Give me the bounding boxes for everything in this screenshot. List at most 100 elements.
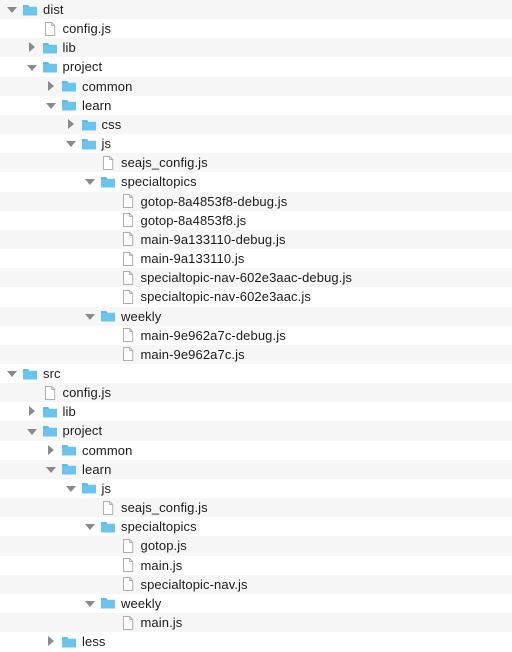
chevron-down-icon[interactable] xyxy=(84,310,97,323)
file-icon xyxy=(120,231,136,247)
file-icon xyxy=(120,193,136,209)
folder-icon xyxy=(61,78,77,94)
tree-folder-row[interactable]: specialtopics xyxy=(0,172,512,192)
chevron-down-icon[interactable] xyxy=(6,3,19,16)
tree-file-row[interactable]: specialtopic-nav.js xyxy=(0,574,512,594)
chevron-right-icon[interactable] xyxy=(45,80,58,93)
chevron-right-icon[interactable] xyxy=(26,405,39,418)
chevron-down-icon[interactable] xyxy=(65,137,78,150)
folder-icon xyxy=(100,174,116,190)
file-icon xyxy=(120,576,136,592)
tree-item-label: learn xyxy=(82,97,112,113)
chevron-down-icon[interactable] xyxy=(84,520,97,533)
tree-item-label: specialtopics xyxy=(121,519,197,535)
chevron-right-icon[interactable] xyxy=(45,444,58,457)
tree-item-label: project xyxy=(62,423,103,439)
tree-item-label: weekly xyxy=(121,595,162,611)
tree-folder-row[interactable]: learn xyxy=(0,459,512,479)
tree-file-row[interactable]: seajs_config.js xyxy=(0,153,512,173)
file-icon xyxy=(42,385,58,401)
chevron-down-icon[interactable] xyxy=(45,463,58,476)
tree-file-row[interactable]: config.js xyxy=(0,383,512,403)
tree-item-label: specialtopics xyxy=(121,174,197,190)
tree-folder-row[interactable]: js xyxy=(0,134,512,154)
tree-file-row[interactable]: specialtopic-nav-602e3aac-debug.js xyxy=(0,268,512,288)
tree-item-label: specialtopic-nav.js xyxy=(140,576,248,592)
folder-icon xyxy=(61,97,77,113)
file-icon xyxy=(100,155,116,171)
tree-folder-row[interactable]: dist xyxy=(0,0,512,20)
file-icon xyxy=(120,251,136,267)
tree-file-row[interactable]: specialtopic-nav-602e3aac.js xyxy=(0,287,512,307)
file-icon xyxy=(120,346,136,362)
chevron-right-icon[interactable] xyxy=(65,118,78,131)
tree-folder-row[interactable]: specialtopics xyxy=(0,517,512,537)
tree-file-row[interactable]: main-9e962a7c.js xyxy=(0,344,512,364)
folder-icon xyxy=(42,404,58,420)
tree-folder-row[interactable]: js xyxy=(0,478,512,499)
chevron-down-icon[interactable] xyxy=(6,367,19,380)
tree-file-row[interactable]: main-9a133110.js xyxy=(0,249,512,269)
tree-file-row[interactable]: main.js xyxy=(0,555,512,575)
folder-icon xyxy=(22,366,38,382)
tree-item-label: css xyxy=(101,116,122,132)
file-icon xyxy=(120,289,136,305)
tree-folder-row[interactable]: learn xyxy=(0,95,512,115)
chevron-right-icon[interactable] xyxy=(26,41,39,54)
chevron-down-icon[interactable] xyxy=(84,175,97,188)
tree-item-label: main.js xyxy=(140,615,183,630)
chevron-down-icon[interactable] xyxy=(45,99,58,112)
tree-item-label: src xyxy=(43,365,61,381)
tree-item-label: main-9a133110.js xyxy=(140,251,245,267)
tree-item-label: config.js xyxy=(62,21,112,37)
tree-item-label: seajs_config.js xyxy=(121,155,208,171)
tree-folder-row[interactable]: src xyxy=(0,363,512,384)
tree-item-label: main-9e962a7c-debug.js xyxy=(140,327,286,343)
tree-item-label: gotop-8a4853f8-debug.js xyxy=(140,193,288,209)
tree-folder-row[interactable]: less xyxy=(0,632,512,652)
tree-file-row[interactable]: config.js xyxy=(0,19,512,39)
tree-file-row[interactable]: gotop-8a4853f8-debug.js xyxy=(0,191,512,211)
tree-file-row[interactable]: seajs_config.js xyxy=(0,498,512,518)
tree-folder-row[interactable]: common xyxy=(0,440,512,460)
file-icon xyxy=(42,21,58,37)
chevron-down-icon[interactable] xyxy=(26,61,39,74)
tree-folder-row[interactable]: css xyxy=(0,114,512,135)
file-tree[interactable]: dist config.js lib project common learn css js s… xyxy=(0,0,512,652)
tree-item-label: main-9a133110-debug.js xyxy=(140,231,286,247)
folder-icon xyxy=(42,59,58,75)
tree-folder-row[interactable]: project xyxy=(0,421,512,441)
chevron-right-icon[interactable] xyxy=(45,635,58,648)
tree-item-label: learn xyxy=(82,461,112,477)
tree-folder-row[interactable]: project xyxy=(0,57,512,77)
folder-icon xyxy=(42,40,58,56)
tree-folder-row[interactable]: weekly xyxy=(0,306,512,326)
tree-file-row[interactable]: gotop-8a4853f8.js xyxy=(0,210,512,230)
tree-file-row[interactable]: main-9a133110-debug.js xyxy=(0,229,512,250)
chevron-down-icon[interactable] xyxy=(84,597,97,610)
tree-file-row[interactable]: main-9e962a7c-debug.js xyxy=(0,325,512,345)
file-icon xyxy=(120,327,136,343)
tree-folder-row[interactable]: lib xyxy=(0,38,512,58)
folder-icon xyxy=(100,595,116,611)
tree-folder-row[interactable]: weekly xyxy=(0,593,512,613)
tree-file-row[interactable]: gotop.js xyxy=(0,536,512,556)
tree-item-label: project xyxy=(62,59,103,75)
folder-icon xyxy=(100,308,116,324)
folder-icon xyxy=(61,442,77,458)
chevron-down-icon[interactable] xyxy=(65,482,78,495)
file-icon xyxy=(120,615,136,631)
tree-folder-row[interactable]: common xyxy=(0,76,512,96)
file-icon xyxy=(120,538,136,554)
tree-file-row[interactable]: main.js xyxy=(0,613,512,633)
tree-folder-row[interactable]: lib xyxy=(0,402,512,422)
chevron-down-icon[interactable] xyxy=(26,425,39,438)
folder-icon xyxy=(22,2,38,18)
tree-item-label: js xyxy=(101,136,112,152)
tree-item-label: lib xyxy=(62,40,76,56)
folder-icon xyxy=(100,519,116,535)
